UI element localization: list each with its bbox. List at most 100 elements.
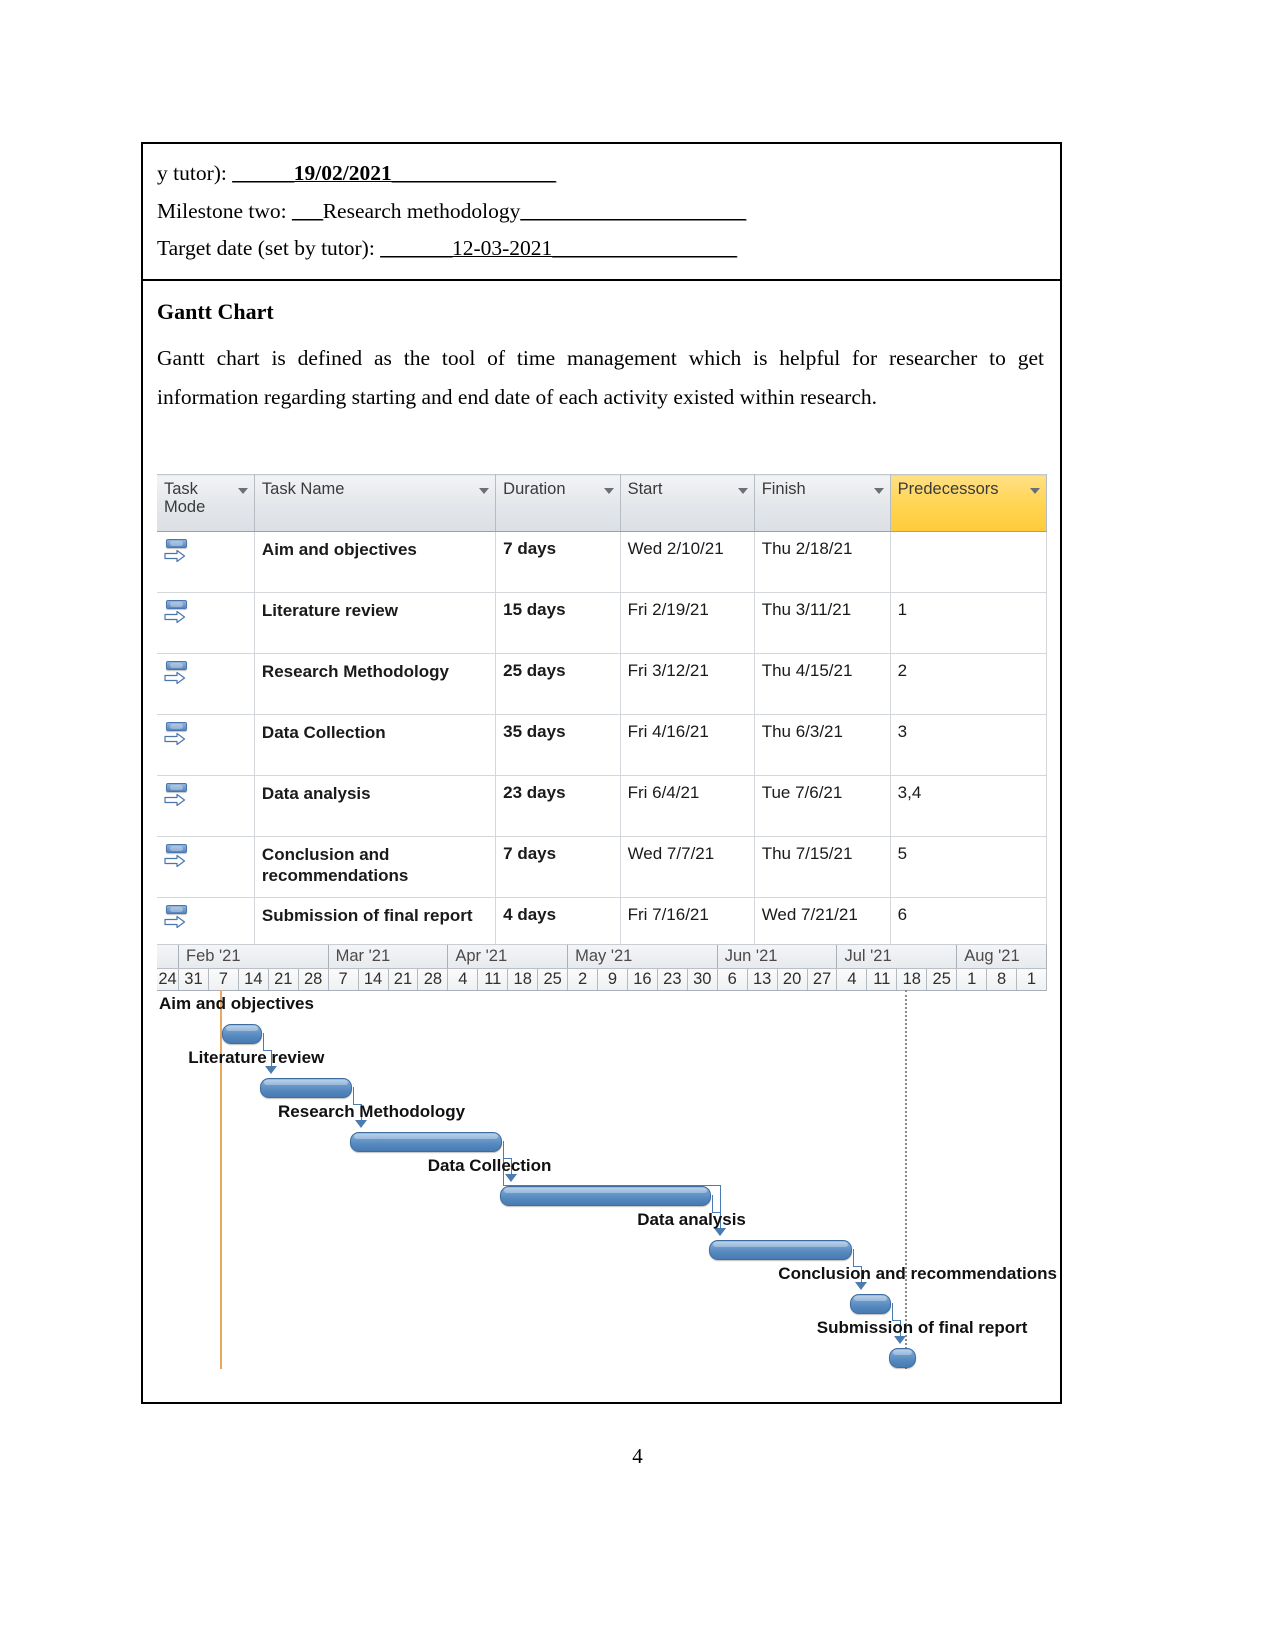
auto-schedule-icon (164, 600, 190, 628)
line2-blank-after: ______________________ (520, 198, 746, 223)
chevron-down-icon[interactable] (737, 488, 748, 494)
timeline-month-label: Apr '21 (448, 945, 569, 968)
table-row[interactable]: Data Collection 35 days Fri 4/16/21 Thu 6/3… (157, 714, 1048, 776)
cell-predecessors[interactable]: 3 (890, 714, 1048, 776)
cell-task-name[interactable]: Aim and objectives (254, 531, 497, 593)
line2-value: Research methodology (322, 198, 521, 223)
section-heading: Gantt Chart (157, 298, 274, 324)
timeline-week-tick: 28 (418, 969, 449, 990)
table-row[interactable]: Aim and objectives 7 days Wed 2/10/21 Thu 2… (157, 531, 1048, 593)
column-header-finish[interactable]: Finish (754, 474, 891, 532)
cell-task-name[interactable]: Data analysis (254, 775, 497, 837)
timeline-month-label: May '21 (568, 945, 718, 968)
cell-finish[interactable]: Tue 7/6/21 (754, 775, 891, 837)
timeline-week-tick: 27 (808, 969, 838, 990)
gantt-bar[interactable] (350, 1132, 502, 1152)
task-table: Task Mode Task Name Duration Start Finis… (157, 474, 1048, 959)
cell-finish[interactable]: Thu 7/15/21 (754, 836, 891, 898)
cell-start[interactable]: Wed 2/10/21 (620, 531, 755, 593)
timeline-week-tick: 24 (157, 969, 179, 990)
milestone-two-line: Milestone two: ___Research methodology__… (157, 194, 1046, 232)
timeline-week-tick: 11 (478, 969, 509, 990)
timeline-month-row: Feb '21 Mar '21 Apr '21 May '21 Jun '21 Jul '… (157, 945, 1047, 969)
chevron-down-icon[interactable] (1030, 488, 1040, 494)
task-table-head: Task Mode Task Name Duration Start Finis… (157, 474, 1048, 532)
chevron-down-icon[interactable] (479, 488, 490, 494)
cell-task-mode[interactable] (157, 653, 255, 715)
cell-task-name[interactable]: Research Methodology (254, 653, 497, 715)
cell-task-mode[interactable] (157, 592, 255, 654)
cell-start[interactable]: Fri 2/19/21 (620, 592, 755, 654)
timeline-week-tick: 21 (389, 969, 419, 990)
auto-schedule-icon (164, 905, 190, 933)
cell-task-mode[interactable] (157, 775, 255, 837)
timeline-week-tick: 18 (508, 969, 539, 990)
cell-duration[interactable]: 35 days (495, 714, 621, 776)
cell-finish[interactable]: Thu 2/18/21 (754, 531, 891, 593)
gantt-bar[interactable] (888, 1348, 917, 1368)
cell-task-mode[interactable] (157, 714, 255, 776)
cell-duration[interactable]: 25 days (495, 653, 621, 715)
gantt-bar-label: Aim and objectives (159, 994, 314, 1013)
line3-prefix: Target date (set by tutor): (157, 236, 381, 261)
column-header-start[interactable]: Start (620, 474, 755, 532)
column-header-finish-label: Finish (761, 480, 806, 498)
timeline-week-tick: 25 (927, 969, 958, 990)
table-row[interactable]: Research Methodology 25 days Fri 3/12/21 Th… (157, 653, 1048, 715)
cell-duration[interactable]: 15 days (495, 592, 621, 654)
project-task-table: Task Mode Task Name Duration Start Finis… (157, 474, 1048, 959)
cell-finish[interactable]: Thu 4/15/21 (754, 653, 891, 715)
line2-blank-before: ___ (291, 198, 323, 223)
timeline-week-tick: 14 (359, 969, 389, 990)
timeline-week-tick: 4 (837, 969, 868, 990)
table-row[interactable]: Conclusion and recommendations 7 days Wed … (157, 836, 1048, 898)
cell-task-name[interactable]: Data Collection (254, 714, 497, 776)
timeline-header: Feb '21 Mar '21 Apr '21 May '21 Jun '21 Jul '… (157, 944, 1047, 991)
gantt-bar[interactable] (709, 1240, 853, 1260)
chevron-down-icon[interactable] (603, 488, 614, 494)
gantt-bar[interactable] (221, 1024, 263, 1044)
cell-start[interactable]: Fri 6/4/21 (620, 775, 755, 837)
gantt-bar[interactable] (499, 1186, 712, 1206)
cell-task-mode[interactable] (157, 836, 255, 898)
cell-predecessors[interactable]: 5 (890, 836, 1048, 898)
column-header-predecessors-label: Predecessors (897, 480, 999, 498)
cell-task-name[interactable]: Conclusion and recommendations (254, 836, 497, 898)
column-header-task-mode[interactable]: Task Mode (157, 474, 255, 532)
cell-predecessors[interactable]: 2 (890, 653, 1048, 715)
timeline-week-tick: 1 (1017, 969, 1047, 990)
table-row[interactable]: Literature review 15 days Fri 2/19/21 Thu 3… (157, 592, 1048, 654)
cell-task-mode[interactable] (157, 531, 255, 593)
gantt-bar-label: Data Collection (427, 1156, 552, 1175)
cell-duration[interactable]: 7 days (495, 531, 621, 593)
task-table-body: Aim and objectives 7 days Wed 2/10/21 Thu 2… (157, 531, 1048, 959)
column-header-duration[interactable]: Duration (495, 474, 621, 532)
line3-value: 12-03-2021 (451, 236, 553, 261)
cell-duration[interactable]: 23 days (495, 775, 621, 837)
chevron-down-icon[interactable] (873, 488, 884, 494)
milestone-one-date-line: y tutor): ______19/02/2021______________… (157, 156, 1046, 194)
timeline-week-tick: 20 (778, 969, 808, 990)
line3-blank-after: __________________ (552, 236, 737, 261)
milestone-header-block: y tutor): ______19/02/2021______________… (143, 144, 1060, 281)
page-number: 4 (632, 1444, 643, 1468)
cell-finish[interactable]: Thu 3/11/21 (754, 592, 891, 654)
cell-task-name[interactable]: Literature review (254, 592, 497, 654)
target-date-line: Target date (set by tutor): _______12-03… (157, 231, 1046, 269)
auto-schedule-icon (164, 722, 190, 750)
column-header-task-name[interactable]: Task Name (254, 474, 497, 532)
cell-start[interactable]: Fri 4/16/21 (620, 714, 755, 776)
cell-predecessors[interactable]: 1 (890, 592, 1048, 654)
column-header-predecessors[interactable]: Predecessors (890, 474, 1048, 532)
cell-finish[interactable]: Thu 6/3/21 (754, 714, 891, 776)
table-row[interactable]: Data analysis 23 days Fri 6/4/21 Tue 7/6/21… (157, 775, 1048, 837)
cell-duration[interactable]: 7 days (495, 836, 621, 898)
gantt-bar-label: Literature review (188, 1048, 325, 1067)
cell-start[interactable]: Wed 7/7/21 (620, 836, 755, 898)
gantt-bar[interactable] (850, 1294, 891, 1314)
cell-predecessors[interactable] (890, 531, 1048, 593)
gantt-bar[interactable] (260, 1078, 353, 1098)
chevron-down-icon[interactable] (237, 488, 248, 494)
cell-start[interactable]: Fri 3/12/21 (620, 653, 755, 715)
cell-predecessors[interactable]: 3,4 (890, 775, 1048, 837)
